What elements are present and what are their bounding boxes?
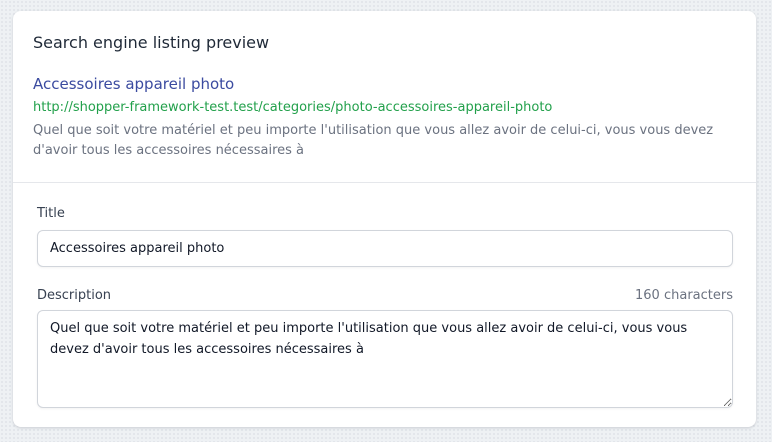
- section-heading: Search engine listing preview: [33, 33, 270, 52]
- preview-description: Quel que soit votre matériel et peu impo…: [33, 123, 714, 158]
- description-character-count: 160 characters: [635, 288, 733, 303]
- search-preview-section: Search engine listing preview Accessoire…: [13, 11, 756, 183]
- seo-form: Title Description 160 characters Quel qu…: [13, 183, 756, 408]
- preview-title: Accessoires appareil photo: [33, 75, 235, 93]
- title-field-group: Title: [37, 204, 733, 267]
- description-field-group: Description 160 characters Quel que soit…: [37, 286, 733, 408]
- title-label-row: Title: [37, 204, 733, 224]
- title-input[interactable]: [37, 230, 733, 267]
- description-label: Description: [37, 288, 112, 303]
- description-label-row: Description 160 characters: [37, 286, 733, 306]
- title-label: Title: [37, 206, 65, 221]
- preview-url: http://shopper-framework-test.test/categ…: [33, 100, 553, 115]
- seo-card: Search engine listing preview Accessoire…: [13, 11, 756, 427]
- description-textarea[interactable]: Quel que soit votre matériel et peu impo…: [37, 310, 733, 408]
